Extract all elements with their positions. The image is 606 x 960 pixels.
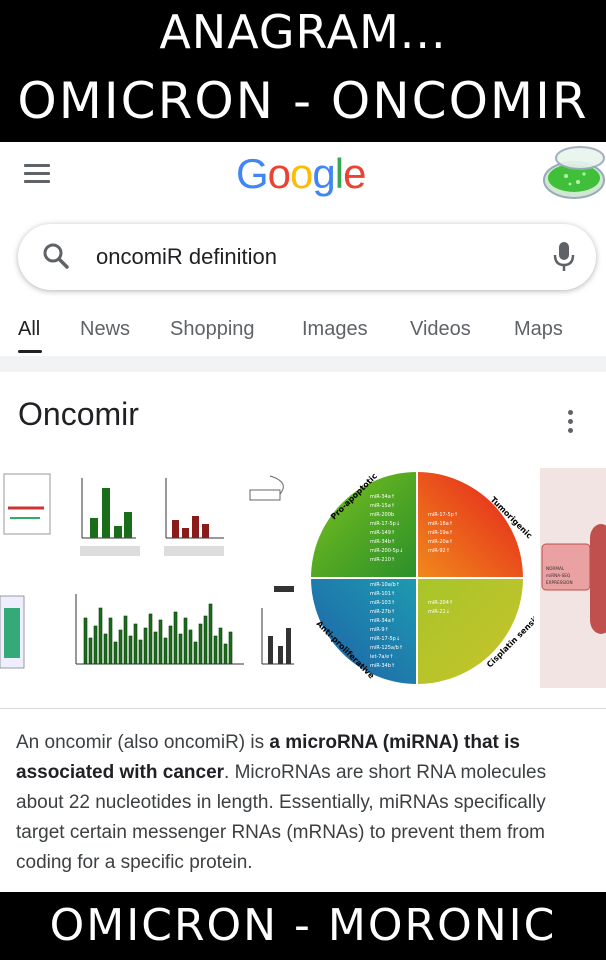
menu-icon[interactable] (24, 164, 50, 184)
wheel-mirna-item: miR-18a↑ (428, 521, 453, 527)
wheel-mirna-item: miR-92↑ (428, 548, 450, 554)
image-thumbnail-partial[interactable]: NORMAL miRNA-SEQ EXPRESSION (540, 468, 606, 688)
mic-icon[interactable] (552, 240, 576, 274)
bottom-meme-banner: OMICRON - MORONIC (0, 892, 606, 960)
knowledge-panel-description: An oncomir (also oncomiR) is a microRNA … (16, 728, 592, 878)
logo-letter: o (267, 150, 291, 197)
wheel-mirna-item: miR-34b↑ (370, 539, 395, 545)
wheel-mirna-item: miR-204↑ (428, 600, 453, 606)
app-bar: Google (0, 142, 606, 214)
chip-text: miRNA-SEQ (546, 573, 571, 578)
petri-dish-icon (543, 146, 605, 199)
chip-text: NORMAL (546, 566, 565, 571)
tab-news[interactable]: News (80, 318, 130, 341)
image-thumbnail-oncomir-wheel[interactable]: Pro-apoptotic Tumorigenic Anti-prolifera… (300, 468, 534, 688)
wheel-mirna-item: miR-103↑ (370, 600, 395, 606)
wheel-mirna-item: miR-34a↑ (370, 494, 395, 500)
search-tabs: All News Shopping Images Videos Maps (0, 310, 606, 357)
wheel-mirna-item: miR-200-5p↓ (370, 548, 403, 554)
tab-all[interactable]: All (18, 318, 40, 341)
wheel-mirna-item: miR-15a↑ (370, 503, 395, 509)
banner-line-1: ANAGRAM... (159, 5, 447, 59)
search-icon[interactable] (42, 242, 70, 270)
google-logo[interactable]: Google (236, 150, 366, 198)
logo-letter: o (290, 150, 313, 197)
logo-letter: G (236, 150, 269, 197)
description-divider (0, 708, 606, 709)
wheel-mirna-item: miR-125a/b↑ (370, 645, 403, 651)
search-input[interactable]: oncomiR definition (96, 244, 277, 270)
top-meme-banner: ANAGRAM... OMICRON - ONCOMIR (0, 0, 606, 142)
tab-shopping[interactable]: Shopping (170, 318, 255, 341)
wheel-mirna-item: miR-17-5p↑ (428, 512, 458, 518)
search-box[interactable]: oncomiR definition (18, 224, 596, 290)
wheel-mirna-item: miR-17-5p↓ (370, 521, 400, 527)
section-divider (0, 356, 606, 372)
tab-maps[interactable]: Maps (514, 318, 563, 341)
tab-videos[interactable]: Videos (410, 318, 471, 341)
wheel-mirna-item: miR-101↑ (370, 591, 395, 597)
chip-text: EXPRESSION (546, 580, 573, 585)
wheel-mirna-item: miR-34a↑ (370, 618, 395, 624)
logo-letter: g (312, 150, 335, 197)
wheel-mirna-item: miR-20a↑ (428, 539, 453, 545)
image-carousel: Pro-apoptotic Tumorigenic Anti-prolifera… (0, 468, 606, 688)
wheel-mirna-item: miR-17-5p↓ (370, 636, 400, 642)
tab-images[interactable]: Images (302, 318, 368, 341)
logo-letter: e (343, 150, 366, 197)
wheel-mirna-item: miR-21↓ (428, 609, 450, 615)
banner-line-2: OMICRON - ONCOMIR (17, 72, 589, 130)
google-search-screen: Google oncomiR definition All News Shopp… (0, 142, 606, 892)
wheel-mirna-item: miR-200b (370, 512, 394, 518)
wheel-mirna-item: let-7a/e↑ (370, 654, 393, 660)
wheel-mirna-item: miR-210↑ (370, 557, 395, 563)
wheel-mirna-item: miR-19a↑ (428, 530, 453, 536)
wheel-mirna-item: miR-149↑ (370, 530, 395, 536)
wheel-mirna-item: miR-27b↑ (370, 609, 395, 615)
image-thumbnail-figure[interactable] (0, 468, 294, 688)
active-tab-indicator (18, 350, 42, 353)
knowledge-panel-title: Oncomir (18, 396, 139, 432)
wheel-mirna-item: miR-10a/b↑ (370, 582, 400, 588)
wheel-mirna-item: miR-9↑ (370, 627, 389, 633)
description-text: An oncomir (also oncomiR) is (16, 732, 270, 753)
more-vert-icon[interactable] (568, 410, 576, 434)
wheel-mirna-item: miR-34b↑ (370, 663, 395, 669)
logo-letter: l (334, 150, 344, 197)
